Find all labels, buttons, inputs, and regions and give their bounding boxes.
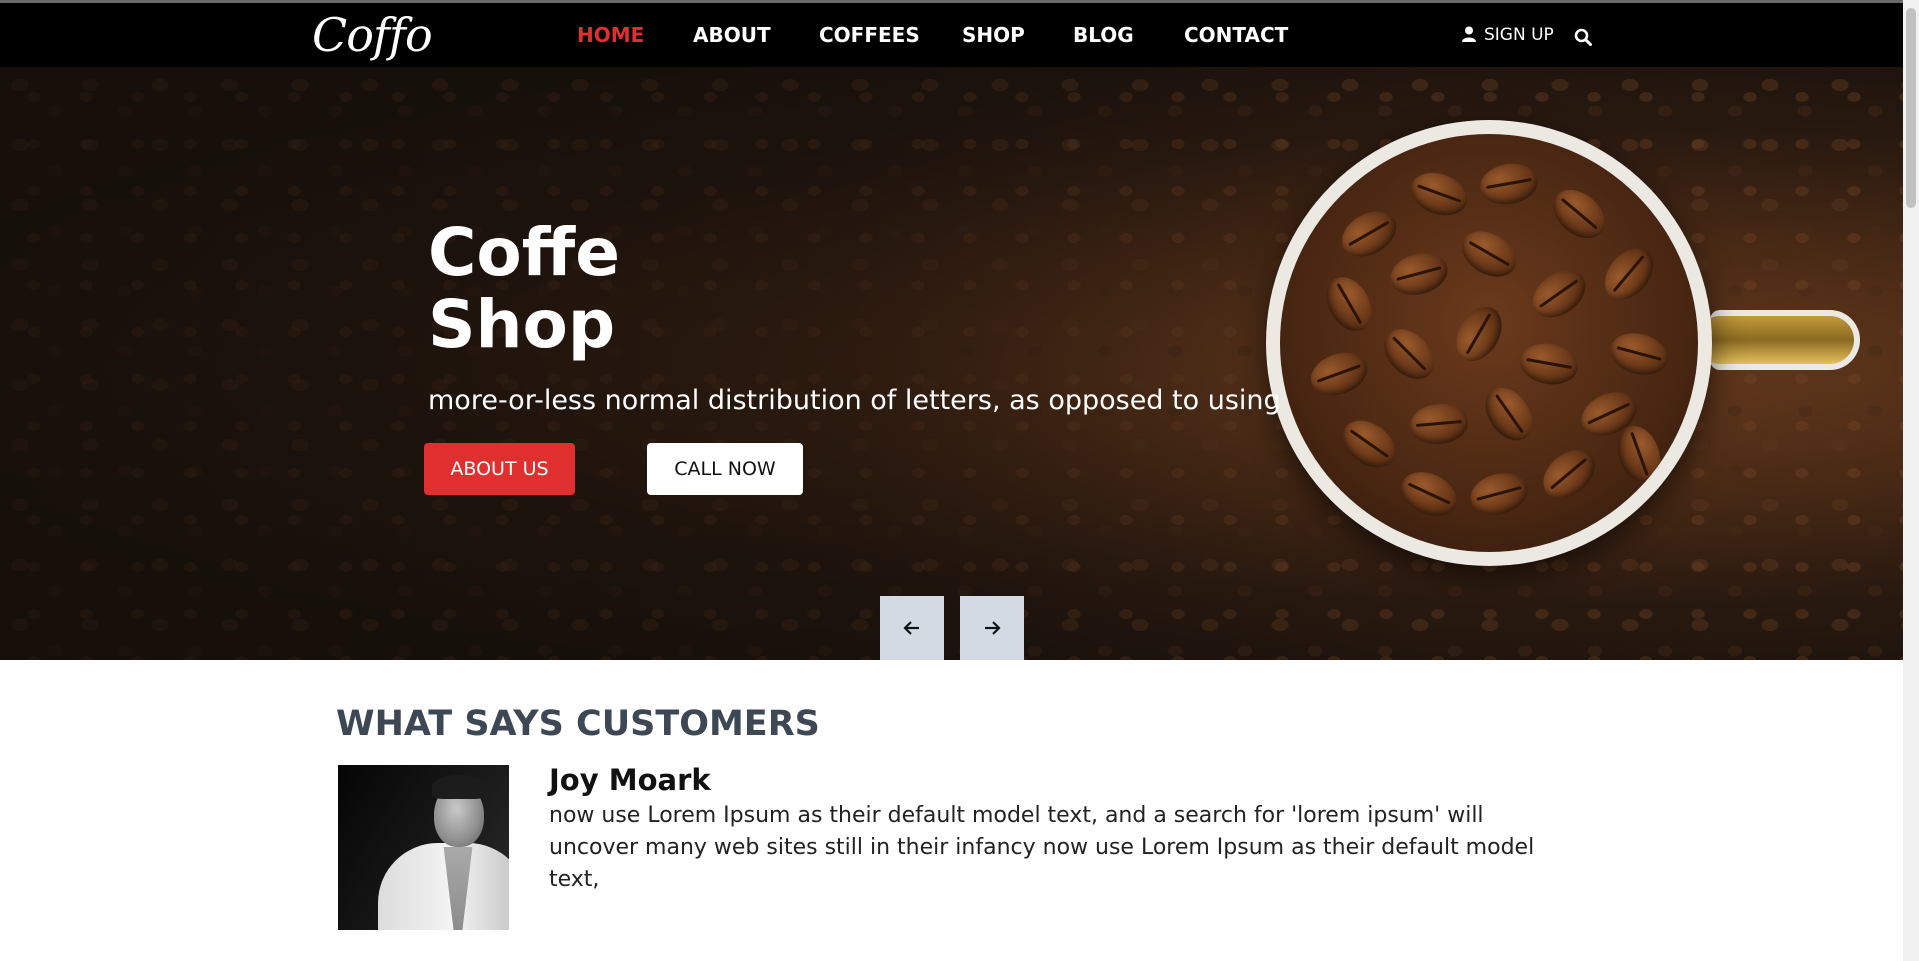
nav-item-shop[interactable]: SHOP bbox=[962, 3, 1025, 67]
nav-item-home[interactable]: HOME bbox=[577, 3, 644, 67]
bean bbox=[1304, 345, 1374, 403]
nav-item-coffees[interactable]: COFFEES bbox=[819, 3, 920, 67]
bean bbox=[1465, 467, 1533, 521]
bean bbox=[1333, 202, 1405, 266]
bean bbox=[1333, 410, 1405, 478]
hero-slider: Coffe Shop more-or-less normal distribut… bbox=[0, 67, 1903, 660]
slider-prev-button[interactable] bbox=[880, 596, 944, 660]
user-icon bbox=[1462, 26, 1476, 42]
avatar-shirt bbox=[378, 843, 509, 930]
main-nav: HOME ABOUT COFFEES SHOP BLOG CONTACT bbox=[0, 3, 1903, 67]
arrow-right-icon bbox=[985, 621, 1001, 635]
page-scrollbar[interactable] bbox=[1903, 0, 1919, 961]
sign-up-link[interactable]: SIGN UP bbox=[1462, 3, 1554, 67]
avatar-hair bbox=[432, 775, 486, 799]
bean bbox=[1408, 401, 1470, 447]
nav-item-contact[interactable]: CONTACT bbox=[1184, 3, 1288, 67]
scrollbar-thumb[interactable] bbox=[1906, 8, 1916, 208]
coffee-cup-image bbox=[1266, 120, 1712, 566]
customer-avatar bbox=[338, 765, 509, 930]
bean bbox=[1317, 268, 1381, 340]
hero-subtitle: more-or-less normal distribution of lett… bbox=[428, 385, 1281, 416]
bean bbox=[1453, 222, 1525, 286]
customer-name: Joy Moark bbox=[549, 763, 711, 797]
top-navbar: Coffo HOME ABOUT COFFEES SHOP BLOG CONTA… bbox=[0, 0, 1903, 67]
bean bbox=[1605, 327, 1673, 381]
cup-beans bbox=[1280, 134, 1698, 552]
bean bbox=[1543, 180, 1615, 248]
bean bbox=[1475, 378, 1543, 450]
nav-item-about[interactable]: ABOUT bbox=[693, 3, 771, 67]
nav-item-blog[interactable]: BLOG bbox=[1073, 3, 1134, 67]
search-icon[interactable] bbox=[1574, 28, 1592, 46]
bean bbox=[1394, 463, 1464, 525]
hero-title: Coffe Shop bbox=[428, 214, 621, 363]
bean bbox=[1476, 159, 1542, 209]
slider-next-button[interactable] bbox=[960, 596, 1024, 660]
bean bbox=[1523, 260, 1595, 328]
bean bbox=[1374, 319, 1444, 389]
bean bbox=[1404, 165, 1474, 223]
sign-up-label: SIGN UP bbox=[1484, 25, 1554, 45]
cup-handle bbox=[1710, 310, 1860, 370]
bean bbox=[1516, 339, 1582, 389]
bean bbox=[1385, 247, 1453, 301]
about-us-button[interactable]: ABOUT US bbox=[424, 443, 575, 495]
customer-quote: now use Lorem Ipsum as their default mod… bbox=[549, 803, 1535, 892]
arrow-left-icon bbox=[903, 621, 919, 635]
section-title: WHAT SAYS CUSTOMERS bbox=[336, 704, 820, 744]
call-now-button[interactable]: CALL NOW bbox=[647, 443, 803, 495]
bean bbox=[1447, 298, 1511, 370]
bean bbox=[1595, 238, 1663, 310]
bean bbox=[1533, 440, 1605, 508]
